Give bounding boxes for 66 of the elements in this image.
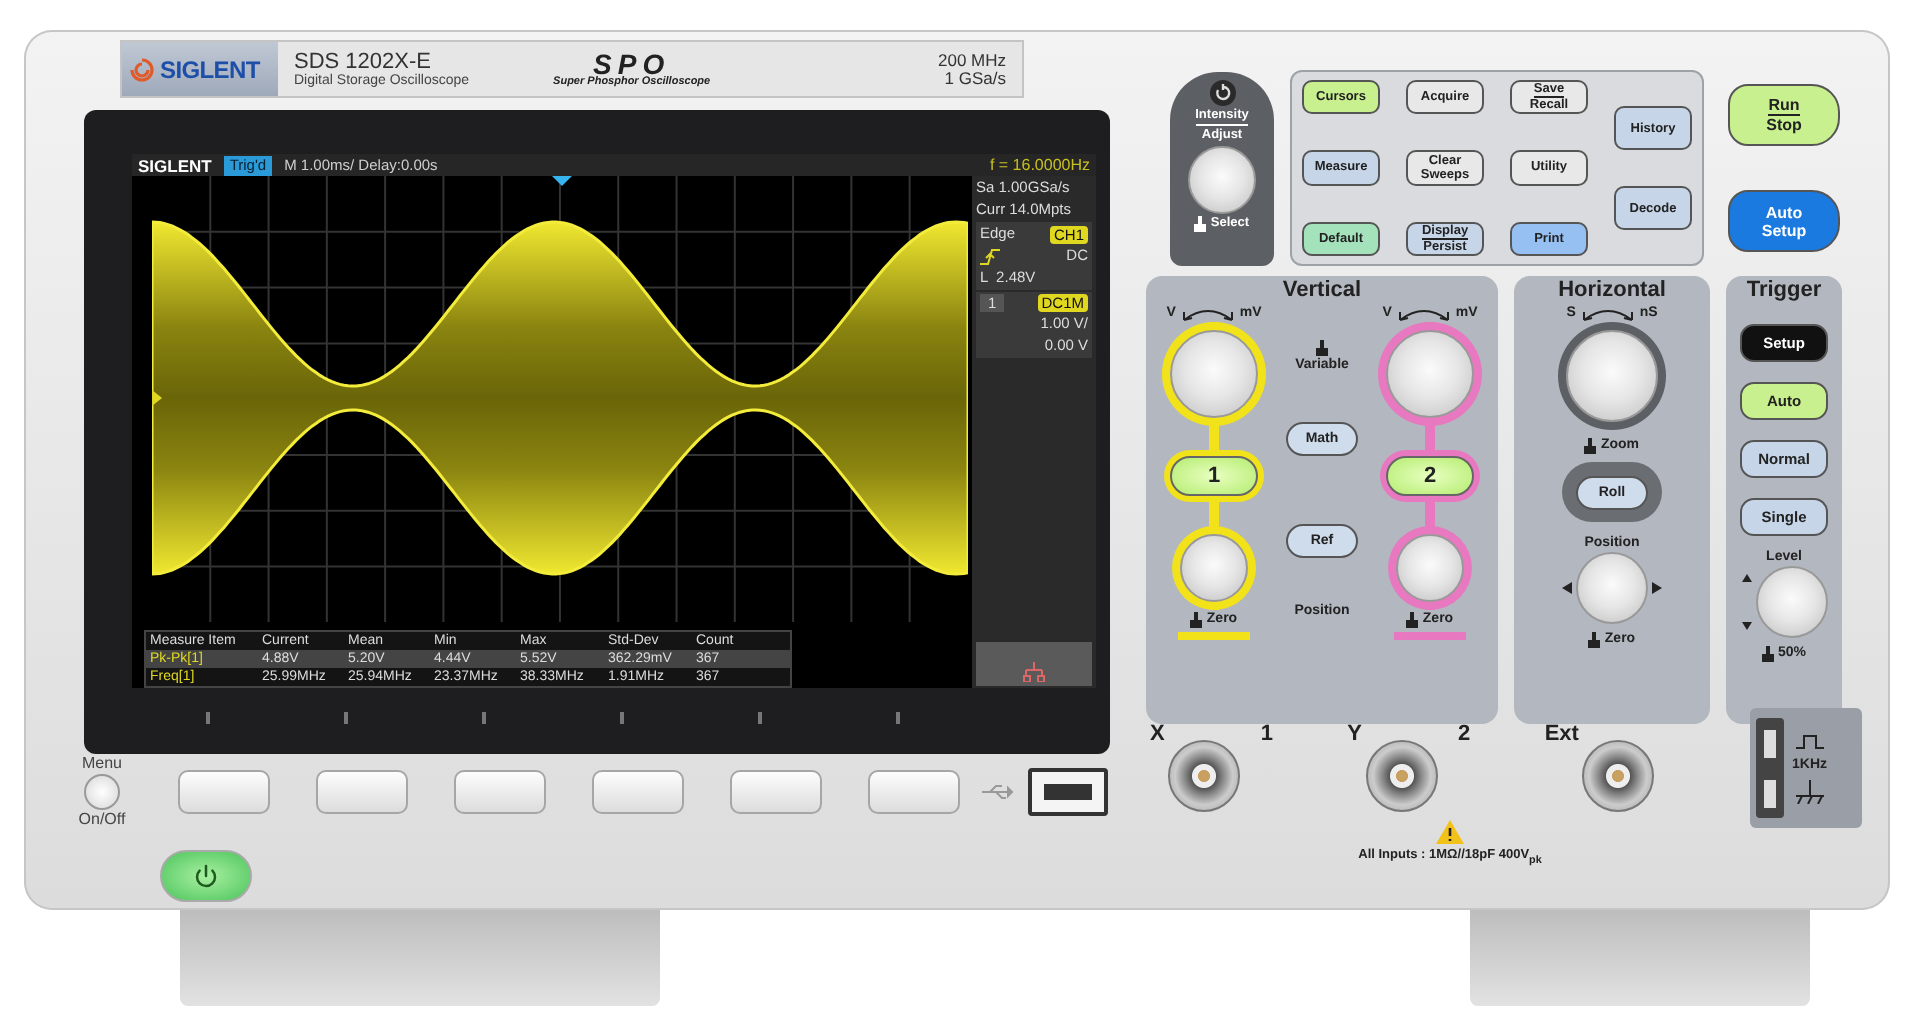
push-icon [1406,611,1419,627]
menu-toggle-button[interactable] [84,774,120,810]
square-wave-icon [1795,733,1824,749]
screen-brand: SIGLENT [138,155,212,175]
right-arrow-icon [1652,582,1662,594]
run-control-button[interactable]: Run Stop [1728,84,1840,146]
power-button[interactable] [160,850,252,902]
channel-button[interactable]: 1 [1170,456,1258,496]
input-number: 2 [1458,724,1471,746]
push-icon [1584,437,1597,453]
input-number: 1 [1260,724,1273,746]
ground-icon [1795,779,1824,803]
on-off-label: On/Off [78,812,126,828]
rising-edge-icon [980,247,1000,265]
usb-slot-icon [1044,784,1092,800]
spo-logo: SPO [593,49,671,78]
input-label: Ext [1544,724,1579,746]
push-icon [1588,631,1601,647]
probe-terminals [1756,718,1784,818]
bnc-connector[interactable] [1582,740,1655,812]
usb-icon [980,782,1016,802]
push-icon [1194,216,1207,232]
section-title: Vertical [1282,278,1362,304]
up-down-arrows-icon [1741,574,1751,630]
run-control-button[interactable]: Auto Setup [1728,190,1840,252]
rotate-icon [1209,80,1235,106]
soft-key[interactable] [454,770,546,814]
network-icon [1022,662,1046,682]
input-label: Y [1347,724,1363,746]
warning-icon [1436,820,1464,844]
curved-arrow-icon [1179,305,1236,321]
softkey-marker [482,712,486,724]
softkey-marker [758,712,762,724]
push-icon [1316,340,1328,356]
push-icon [1761,645,1774,661]
soft-key[interactable] [868,770,960,814]
bnc-connector[interactable] [1366,740,1439,812]
section-title: Trigger [1746,278,1822,304]
soft-key[interactable] [316,770,408,814]
curved-arrow-icon [1395,305,1452,321]
frequency-readout: f = 16.0000Hz [989,156,1090,174]
model-name: SDS 1202X-E [294,51,433,73]
softkey-marker [344,712,348,724]
swirl-icon [130,57,154,81]
left-arrow-icon [1562,582,1572,594]
soft-key[interactable] [592,770,684,814]
curved-arrow-icon [1579,305,1636,321]
softkey-marker [896,712,900,724]
channel-button[interactable]: 2 [1386,456,1474,496]
input-label: X [1150,724,1165,746]
sample-rate-label: 1 GSa/s [944,69,1006,87]
intensity-knob[interactable] [1188,146,1256,214]
bandwidth-label: 200 MHz [937,51,1006,69]
soft-key[interactable] [730,770,822,814]
trigger-level-marker [152,390,162,406]
power-icon [194,864,218,888]
section-title: Horizontal [1558,278,1666,304]
push-icon [1190,611,1203,627]
position-knob[interactable] [1576,552,1648,624]
soft-key[interactable] [178,770,270,814]
softkey-marker [620,712,624,724]
bnc-connector[interactable] [1168,740,1241,812]
menu-label: Menu [81,756,122,772]
softkey-marker [206,712,210,724]
trigger-level-knob[interactable] [1755,566,1827,638]
brand-logo-text: SIGLENT [160,55,260,83]
